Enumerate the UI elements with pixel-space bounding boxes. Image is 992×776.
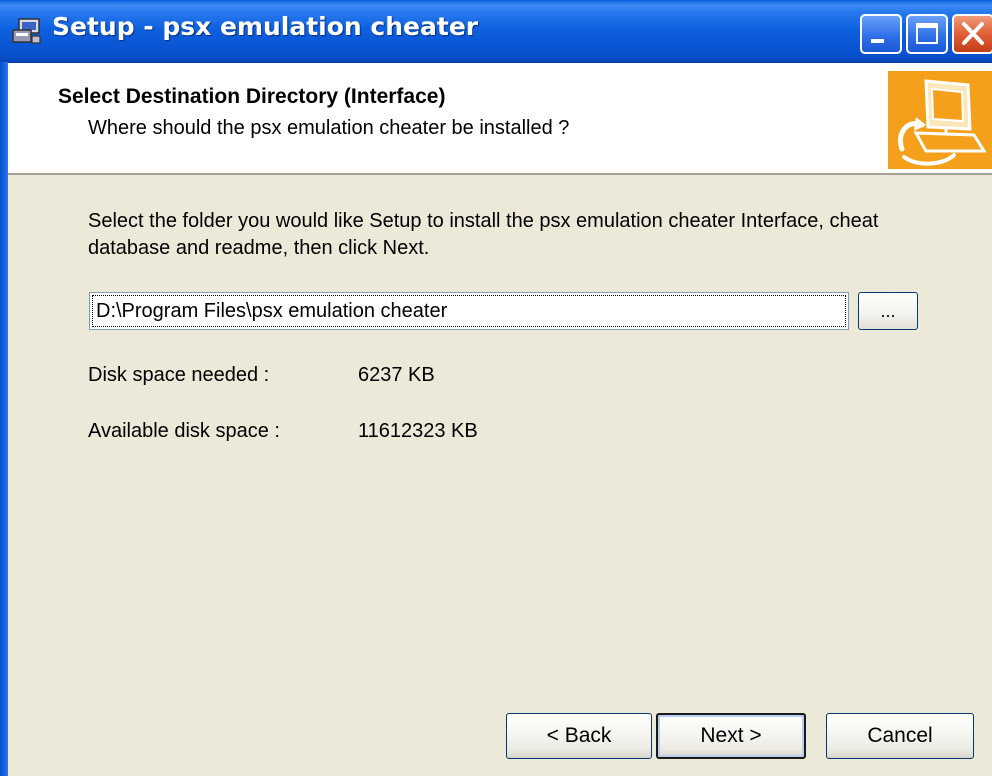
cancel-button[interactable]: Cancel — [826, 713, 974, 759]
disk-space-needed-value: 6237 KB — [358, 364, 435, 386]
next-button[interactable]: Next > — [656, 713, 806, 759]
available-disk-space-value: 11612323 KB — [358, 420, 478, 442]
window-title: Setup - psx emulation cheater — [52, 12, 479, 41]
back-button[interactable]: < Back — [506, 713, 652, 759]
disk-space-needed-label: Disk space needed : — [88, 364, 270, 386]
maximize-button[interactable] — [906, 14, 948, 54]
title-bar[interactable]: Setup - psx emulation cheater — [0, 0, 992, 63]
instruction-text: Select the folder you would like Setup t… — [88, 210, 879, 259]
page-title: Select Destination Directory (Interface) — [58, 85, 446, 108]
computer-install-icon — [888, 71, 992, 169]
header-panel: Select Destination Directory (Interface)… — [8, 63, 992, 175]
destination-path-input[interactable] — [89, 292, 849, 330]
close-icon — [962, 22, 984, 45]
page-subtitle: Where should the psx emulation cheater b… — [88, 117, 570, 139]
minimize-button[interactable] — [860, 14, 902, 54]
installer-icon — [12, 18, 41, 44]
window-frame-left — [0, 62, 8, 776]
available-disk-space-label: Available disk space : — [88, 420, 280, 442]
minimize-icon — [871, 39, 884, 43]
maximize-icon — [916, 23, 938, 44]
close-button[interactable] — [952, 14, 992, 54]
browse-button[interactable]: ... — [858, 292, 918, 330]
setup-window: Setup - psx emulation cheater Select Des… — [0, 0, 992, 776]
